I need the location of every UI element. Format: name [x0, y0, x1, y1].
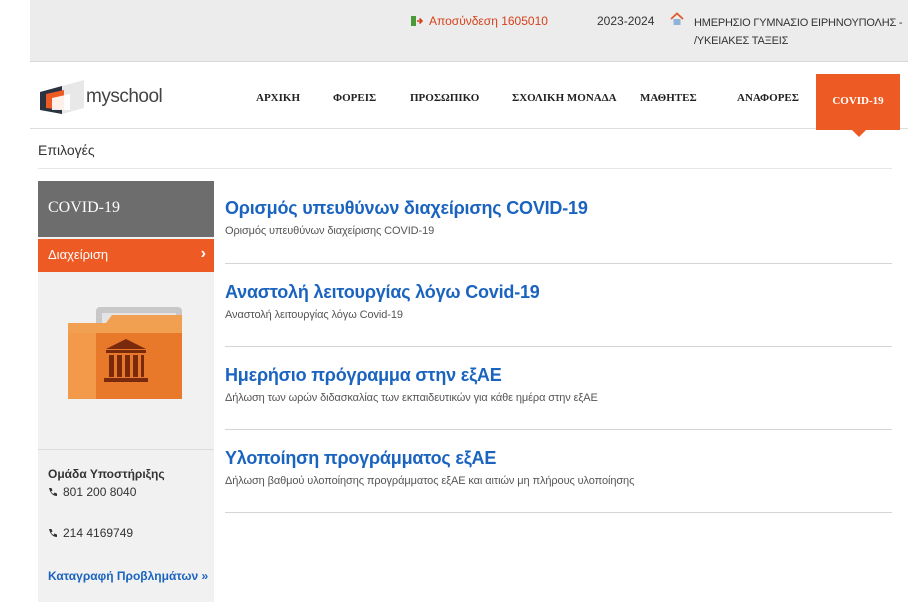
- list-item: Αναστολή λειτουργίας λόγω Covid-19 Αναστ…: [225, 282, 892, 347]
- entry-description: Δήλωση των ωρών διδασκαλίας των εκπαιδευ…: [225, 392, 598, 404]
- logout-link[interactable]: Αποσύνδεση 1605010: [411, 14, 548, 28]
- chevron-right-icon: ›: [200, 245, 206, 262]
- logout-label: Αποσύνδεση 1605010: [429, 14, 548, 28]
- entry-title-link[interactable]: Ημερήσιο πρόγραμμα στην εξΑΕ: [225, 365, 892, 386]
- entry-description: Αναστολή λειτουργίας λόγω Covid-19: [225, 309, 403, 321]
- list-item: Υλοποίηση προγράμματος εξΑΕ Δήλωση βαθμο…: [225, 448, 892, 513]
- divider: [38, 168, 892, 169]
- phone-icon: [49, 488, 57, 496]
- nav-item-covid-19[interactable]: COVID-19: [816, 74, 900, 137]
- entry-title-link[interactable]: Ορισμός υπευθύνων διαχείρισης COVID-19: [225, 198, 892, 219]
- entry-description: Δήλωση βαθμού υλοποίησης προγράμματος εξ…: [225, 475, 635, 487]
- page-frame: Αποσύνδεση 1605010 2023-2024 ΗΜΕΡΗΣΙΟ ΓΥ…: [0, 0, 908, 610]
- sidebar: COVID-19 Διαχείριση › Ομάδα Υποστήριξης …: [38, 181, 214, 602]
- sidebar-item-manage[interactable]: Διαχείριση ›: [38, 239, 214, 272]
- logout-icon: [411, 16, 423, 26]
- nav-item-organizations[interactable]: ΦΟΡΕΙΣ: [333, 92, 376, 104]
- myschool-logo-icon: [40, 80, 84, 114]
- school-name[interactable]: ΗΜΕΡΗΣΙΟ ΓΥΜΝΑΣΙΟ ΕΙΡΗΝΟΥΠΟΛΗΣ - /ΥΚΕΙΑΚ…: [694, 14, 906, 50]
- list-item: Ημερήσιο πρόγραμμα στην εξΑΕ Δήλωση των …: [225, 365, 892, 430]
- list-item: Ορισμός υπευθύνων διαχείρισης COVID-19 Ο…: [225, 198, 892, 264]
- support-title: Ομάδα Υποστήριξης: [48, 467, 165, 481]
- sidebar-divider: [38, 449, 214, 450]
- nav-item-reports[interactable]: ΑΝΑΦΟΡΕΣ: [737, 92, 799, 104]
- phone-number: 801 200 8040: [63, 485, 137, 499]
- main-nav: myschool ΑΡΧΙΚΗ ΦΟΡΕΙΣ ΠΡΟΣΩΠΙΚΟ ΣΧΟΛΙΚΗ…: [30, 62, 908, 137]
- home-icon[interactable]: [670, 12, 684, 26]
- nav-item-home[interactable]: ΑΡΧΙΚΗ: [256, 92, 300, 104]
- top-bar: Αποσύνδεση 1605010 2023-2024 ΗΜΕΡΗΣΙΟ ΓΥ…: [30, 0, 908, 62]
- entry-divider: [225, 263, 892, 264]
- entry-divider: [225, 512, 892, 513]
- sidebar-item-label: Διαχείριση: [48, 247, 109, 262]
- active-caret: [852, 130, 866, 137]
- nav-item-staff[interactable]: ΠΡΟΣΩΠΙΚΟ: [410, 92, 479, 104]
- entry-title-link[interactable]: Υλοποίηση προγράμματος εξΑΕ: [225, 448, 892, 469]
- myschool-logo[interactable]: myschool: [40, 80, 163, 114]
- support-phone-2: 214 4169749: [48, 526, 133, 540]
- phone-icon: [49, 529, 57, 537]
- phone-number: 214 4169749: [63, 526, 134, 540]
- logo-text: myschool: [86, 86, 163, 107]
- entry-title-link[interactable]: Αναστολή λειτουργίας λόγω Covid-19: [225, 282, 892, 303]
- report-problems-link[interactable]: Καταγραφή Προβλημάτων »: [48, 569, 208, 583]
- options-label: Επιλογές: [38, 142, 95, 158]
- nav-item-covid-label: COVID-19: [832, 95, 884, 107]
- entry-divider: [225, 346, 892, 347]
- nav-item-school-unit[interactable]: ΣΧΟΛΙΚΗ ΜΟΝΑΔΑ: [512, 92, 617, 104]
- folder-institution-icon: [68, 307, 182, 399]
- sidebar-title: COVID-19: [38, 181, 214, 237]
- entry-divider: [225, 429, 892, 430]
- entry-description: Ορισμός υπευθύνων διαχείρισης COVID-19: [225, 225, 435, 237]
- school-year[interactable]: 2023-2024: [597, 14, 654, 28]
- support-phone-1: 801 200 8040: [48, 485, 136, 499]
- nav-item-students[interactable]: ΜΑΘΗΤΕΣ: [640, 92, 697, 104]
